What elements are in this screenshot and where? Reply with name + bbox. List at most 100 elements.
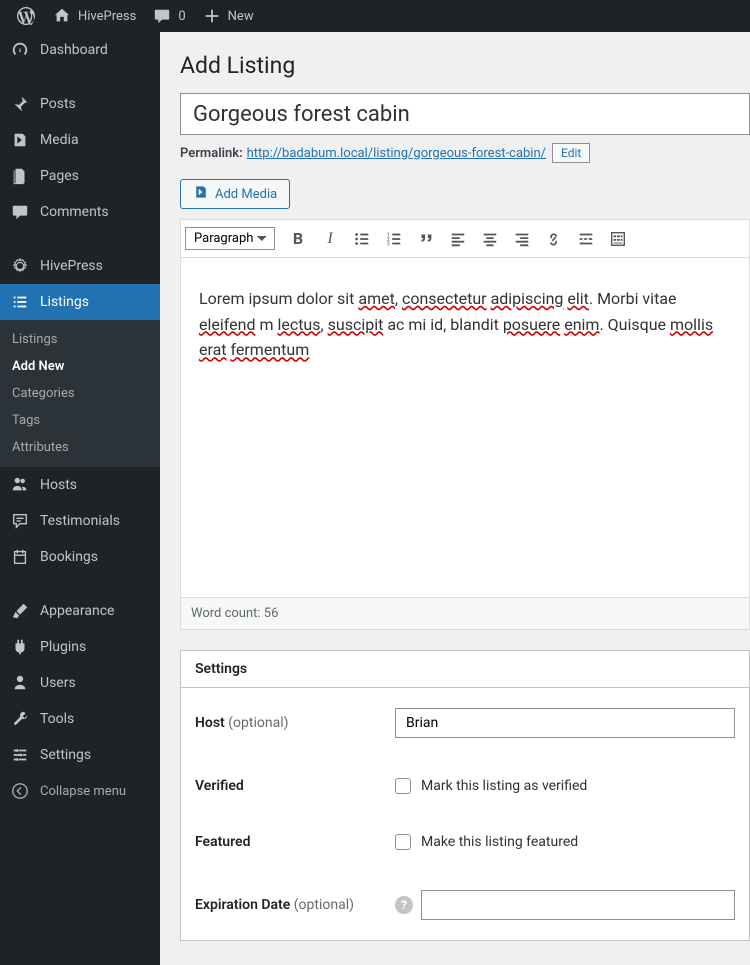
editor-content[interactable]: Lorem ipsum dolor sit amet, consectetur … [181, 258, 749, 598]
link-button[interactable] [539, 224, 569, 254]
menu-label: HivePress [40, 258, 103, 274]
help-icon[interactable]: ? [395, 896, 413, 914]
site-name-link[interactable]: HivePress [44, 0, 144, 32]
toolbar-toggle-button[interactable] [603, 224, 633, 254]
align-center-button[interactable] [475, 224, 505, 254]
listings-submenu: Listings Add New Categories Tags Attribu… [0, 320, 160, 467]
settings-postbox: Settings Host (optional) Verified Mark t… [180, 650, 750, 941]
ordered-list-button[interactable]: 123 [379, 224, 409, 254]
menu-label: Pages [40, 168, 79, 184]
add-media-label: Add Media [215, 187, 277, 202]
host-label: Host [195, 715, 225, 731]
featured-checkbox[interactable] [395, 834, 411, 850]
list-icon [10, 292, 30, 312]
plus-icon [202, 6, 222, 26]
permalink-row: Permalink: http://badabum.local/listing/… [180, 143, 750, 163]
permalink-label: Permalink: [180, 146, 243, 161]
menu-bookings[interactable]: Bookings [0, 539, 160, 575]
verified-checkbox[interactable] [395, 778, 411, 794]
quote-button[interactable] [411, 224, 441, 254]
menu-label: Comments [40, 204, 109, 220]
menu-hosts[interactable]: Hosts [0, 467, 160, 503]
settings-header: Settings [181, 651, 749, 688]
menu-listings[interactable]: Listings [0, 284, 160, 320]
admin-bar: HivePress 0 New [0, 0, 750, 32]
featured-checkbox-label: Make this listing featured [421, 834, 578, 850]
comments-link[interactable]: 0 [144, 0, 193, 32]
menu-label: Plugins [40, 639, 86, 655]
menu-label: Dashboard [40, 42, 108, 58]
menu-label: Listings [40, 294, 89, 310]
menu-users[interactable]: Users [0, 665, 160, 701]
submenu-add-new[interactable]: Add New [0, 353, 160, 380]
wrench-icon [10, 709, 30, 729]
menu-tools[interactable]: Tools [0, 701, 160, 737]
align-right-button[interactable] [507, 224, 537, 254]
brush-icon [10, 601, 30, 621]
admin-sidebar: Dashboard Posts Media Pages Comments Hiv… [0, 32, 160, 965]
menu-label: Posts [40, 96, 76, 112]
new-label: New [228, 9, 254, 24]
listing-title-input[interactable] [180, 93, 750, 135]
wordpress-icon [16, 6, 36, 26]
verified-row: Verified Mark this listing as verified [181, 758, 749, 814]
menu-settings[interactable]: Settings [0, 737, 160, 773]
expiration-label: Expiration Date [195, 897, 290, 913]
host-input[interactable] [395, 708, 735, 738]
bold-button[interactable]: B [283, 224, 313, 254]
submenu-categories[interactable]: Categories [0, 380, 160, 407]
permalink-edit-button[interactable]: Edit [552, 143, 590, 163]
menu-testimonials[interactable]: Testimonials [0, 503, 160, 539]
media-icon [193, 184, 209, 204]
menu-posts[interactable]: Posts [0, 86, 160, 122]
submenu-tags[interactable]: Tags [0, 407, 160, 434]
menu-appearance[interactable]: Appearance [0, 593, 160, 629]
submenu-attributes[interactable]: Attributes [0, 434, 160, 461]
permalink-url[interactable]: http://badabum.local/listing/gorgeous-fo… [247, 146, 546, 161]
optional-label: (optional) [294, 897, 354, 913]
comments-count: 0 [178, 9, 185, 24]
main-content: Add Listing Permalink: http://badabum.lo… [160, 32, 750, 965]
new-content-link[interactable]: New [194, 0, 262, 32]
menu-label: Hosts [40, 477, 77, 493]
pin-icon [10, 94, 30, 114]
pages-icon [10, 166, 30, 186]
format-select[interactable]: Paragraph [185, 227, 275, 250]
expiration-input[interactable] [421, 890, 735, 920]
menu-plugins[interactable]: Plugins [0, 629, 160, 665]
testimonial-icon [10, 511, 30, 531]
collapse-menu[interactable]: Collapse menu [0, 773, 160, 809]
menu-label: Appearance [40, 603, 114, 619]
read-more-button[interactable] [571, 224, 601, 254]
featured-row: Featured Make this listing featured [181, 814, 749, 870]
wp-logo[interactable] [8, 0, 44, 32]
comment-icon [152, 6, 172, 26]
menu-label: Bookings [40, 549, 98, 565]
menu-label: Media [40, 132, 79, 148]
menu-media[interactable]: Media [0, 122, 160, 158]
add-media-button[interactable]: Add Media [180, 179, 290, 209]
verified-label: Verified [195, 778, 395, 794]
menu-hivepress[interactable]: HivePress [0, 248, 160, 284]
collapse-label: Collapse menu [40, 784, 126, 799]
menu-comments[interactable]: Comments [0, 194, 160, 230]
home-icon [52, 6, 72, 26]
calendar-icon [10, 547, 30, 567]
menu-label: Tools [40, 711, 74, 727]
align-left-button[interactable] [443, 224, 473, 254]
menu-pages[interactable]: Pages [0, 158, 160, 194]
menu-label: Settings [40, 747, 91, 763]
italic-button[interactable]: I [315, 224, 345, 254]
comment-icon [10, 202, 30, 222]
collapse-icon [10, 781, 30, 801]
menu-label: Users [40, 675, 76, 691]
media-icon [10, 130, 30, 150]
sliders-icon [10, 745, 30, 765]
editor: Paragraph B I 123 Lorem ipsum dolor sit … [180, 219, 750, 630]
bullet-list-button[interactable] [347, 224, 377, 254]
submenu-listings[interactable]: Listings [0, 326, 160, 353]
optional-label: (optional) [228, 715, 288, 731]
user-icon [10, 673, 30, 693]
users-icon [10, 475, 30, 495]
menu-dashboard[interactable]: Dashboard [0, 32, 160, 68]
